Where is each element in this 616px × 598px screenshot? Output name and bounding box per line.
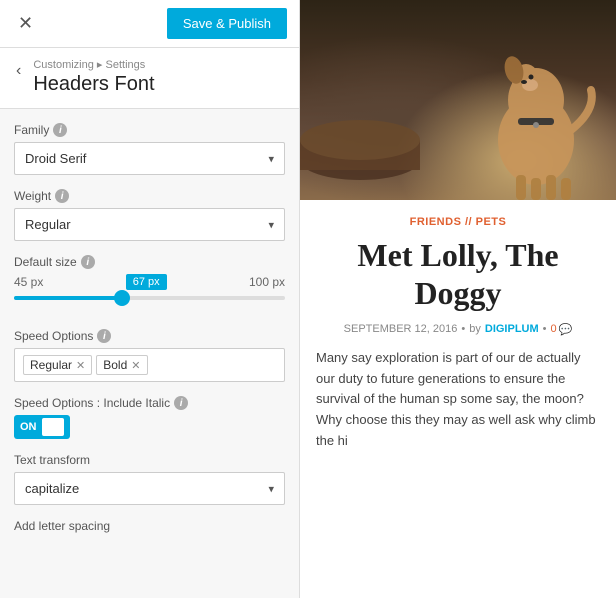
default-size-info-icon[interactable]: i: [81, 255, 95, 269]
size-row: 45 px 67 px 100 px: [14, 274, 285, 290]
size-min: 45 px: [14, 275, 43, 289]
weight-label: Weight i: [14, 189, 285, 203]
close-button[interactable]: ✕: [12, 11, 39, 36]
family-select-wrapper: Droid Serif Arial Georgia Times New Roma…: [14, 142, 285, 175]
speed-italic-info-icon[interactable]: i: [174, 396, 188, 410]
default-size-label: Default size i: [14, 255, 285, 269]
toggle-knob: [42, 418, 64, 436]
family-label: Family i: [14, 123, 285, 137]
text-transform-select-wrapper: capitalize uppercase lowercase none ▾: [14, 472, 285, 505]
toggle-row: ON: [14, 415, 285, 439]
text-transform-label: Text transform: [14, 453, 285, 467]
speed-italic-label: Speed Options : Include Italic i: [14, 396, 285, 410]
top-bar: ✕ Save & Publish: [0, 0, 299, 48]
slider-track: [14, 296, 285, 300]
article-meta: SEPTEMBER 12, 2016 • by DIGIPLUM • 0 💬: [316, 323, 600, 336]
tag-bold: Bold ✕: [96, 355, 147, 375]
toggle-switch[interactable]: ON: [14, 415, 70, 439]
tag-bold-remove[interactable]: ✕: [131, 359, 140, 372]
article-title: Met Lolly, The Doggy: [316, 236, 600, 313]
page-title: Headers Font: [33, 73, 154, 96]
weight-select[interactable]: Regular Bold Light Italic: [15, 209, 284, 240]
article-category: FRIENDS // PETS: [316, 216, 600, 228]
right-panel: FRIENDS // PETS Met Lolly, The Doggy SEP…: [300, 0, 616, 598]
letter-spacing-group: Add letter spacing: [14, 519, 285, 533]
text-transform-select[interactable]: capitalize uppercase lowercase none: [15, 473, 284, 504]
tag-regular: Regular ✕: [23, 355, 92, 375]
log-icon: [300, 110, 420, 190]
meta-date: SEPTEMBER 12, 2016: [344, 323, 458, 335]
article-body: Many say exploration is part of our de a…: [316, 348, 600, 452]
speed-italic-group: Speed Options : Include Italic i ON: [14, 396, 285, 439]
speed-options-info-icon[interactable]: i: [97, 329, 111, 343]
save-publish-button[interactable]: Save & Publish: [167, 8, 287, 39]
back-button[interactable]: ‹: [12, 60, 25, 82]
breadcrumb-section: ‹ Customizing ▸ Settings Headers Font: [0, 48, 299, 109]
weight-info-icon[interactable]: i: [55, 189, 69, 203]
slider-fill: [14, 296, 122, 300]
speed-options-tags-container[interactable]: Regular ✕ Bold ✕: [14, 348, 285, 382]
meta-comments: 0 💬: [551, 323, 573, 336]
text-transform-group: Text transform capitalize uppercase lowe…: [14, 453, 285, 505]
tag-regular-remove[interactable]: ✕: [76, 359, 85, 372]
size-current-badge: 67 px: [126, 274, 167, 290]
article-content: FRIENDS // PETS Met Lolly, The Doggy SEP…: [300, 200, 616, 468]
toggle-on-label: ON: [20, 421, 37, 433]
comment-icon: 💬: [559, 323, 573, 336]
meta-author: DIGIPLUM: [485, 323, 539, 335]
preview-image: [300, 0, 616, 200]
weight-select-wrapper: Regular Bold Light Italic ▾: [14, 208, 285, 241]
size-max: 100 px: [249, 275, 285, 289]
form-content: Family i Droid Serif Arial Georgia Times…: [0, 109, 299, 598]
default-size-group: Default size i 45 px 67 px 100 px: [14, 255, 285, 315]
left-panel: ✕ Save & Publish ‹ Customizing ▸ Setting…: [0, 0, 300, 598]
meta-dot2: •: [543, 323, 547, 335]
letter-spacing-label: Add letter spacing: [14, 519, 285, 533]
family-group: Family i Droid Serif Arial Georgia Times…: [14, 123, 285, 175]
meta-by: by: [469, 323, 481, 335]
speed-options-group: Speed Options i Regular ✕ Bold ✕: [14, 329, 285, 382]
breadcrumb: Customizing ▸ Settings: [33, 58, 154, 71]
speed-options-label: Speed Options i: [14, 329, 285, 343]
dog-silhouette-icon: [466, 10, 596, 200]
meta-dot1: •: [461, 323, 465, 335]
weight-group: Weight i Regular Bold Light Italic ▾: [14, 189, 285, 241]
family-info-icon[interactable]: i: [53, 123, 67, 137]
family-select[interactable]: Droid Serif Arial Georgia Times New Roma…: [15, 143, 284, 174]
